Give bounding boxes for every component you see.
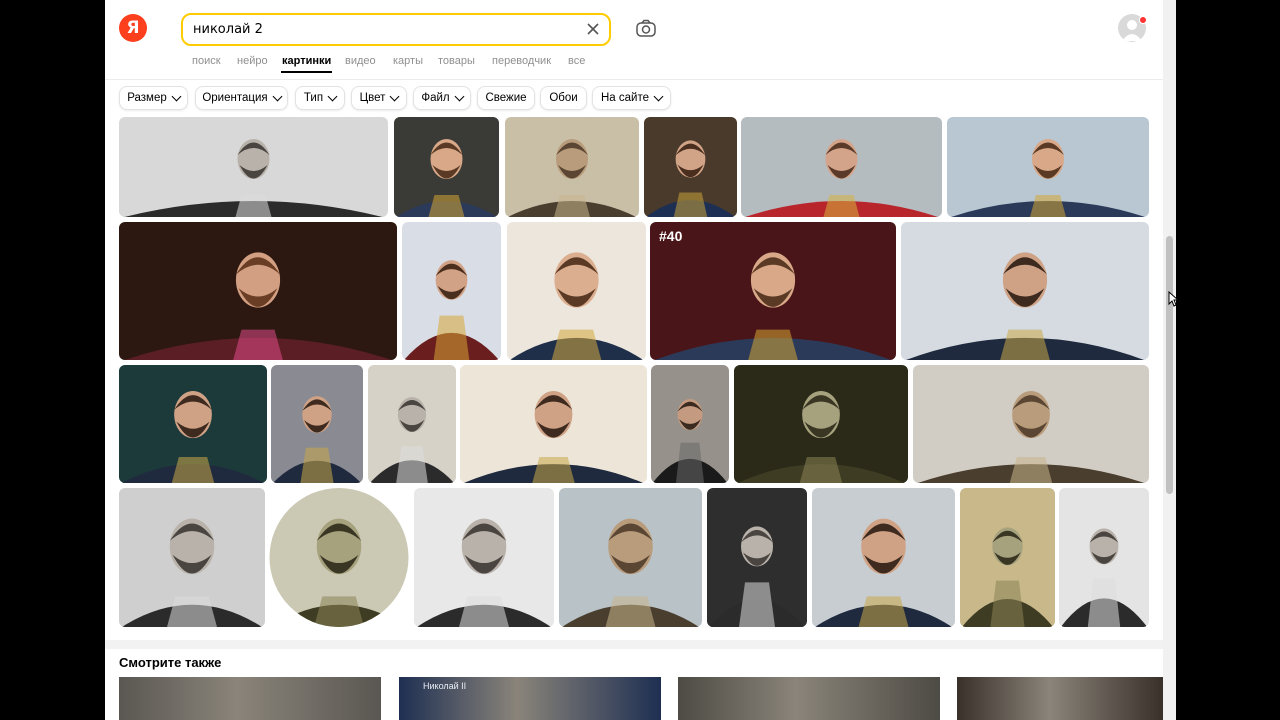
thumbnail-image xyxy=(707,488,807,627)
image-result[interactable] xyxy=(644,117,737,217)
see-also-title: Смотрите также xyxy=(119,655,222,670)
thumbnail-image xyxy=(913,365,1149,483)
image-result[interactable] xyxy=(960,488,1055,627)
image-result[interactable] xyxy=(901,222,1149,360)
image-result[interactable] xyxy=(812,488,955,627)
image-result[interactable] xyxy=(402,222,501,360)
mouse-cursor-icon xyxy=(1168,291,1178,307)
scrollbar-thumb[interactable] xyxy=(1166,236,1173,494)
image-result[interactable] xyxy=(269,488,409,627)
image-result[interactable] xyxy=(651,365,729,483)
thumbnail-image xyxy=(271,365,363,483)
thumbnail-image xyxy=(119,222,397,360)
image-result[interactable] xyxy=(707,488,807,627)
image-result[interactable] xyxy=(505,117,639,217)
thumbnail-image xyxy=(368,365,456,483)
thumbnail-image xyxy=(734,365,908,483)
thumbnail-image xyxy=(394,117,499,217)
image-result[interactable] xyxy=(559,488,702,627)
thumbnail-image xyxy=(559,488,702,627)
thumbnail-image xyxy=(901,222,1149,360)
image-result[interactable] xyxy=(368,365,456,483)
thumbnail-image xyxy=(507,222,646,360)
thumbnail-image xyxy=(119,365,267,483)
rank-badge: #40 xyxy=(659,228,683,244)
image-result[interactable] xyxy=(414,488,554,627)
results-page: Я поиск нейро картинки видео карты товар… xyxy=(105,0,1163,720)
thumbnail-image xyxy=(119,488,265,627)
image-result[interactable] xyxy=(119,222,397,360)
thumbnail-image xyxy=(644,117,737,217)
thumbnail-image xyxy=(460,365,647,483)
thumbnail-image xyxy=(947,117,1149,217)
related-search-card[interactable] xyxy=(678,677,940,720)
thumbnail-image xyxy=(812,488,955,627)
thumbnail-image xyxy=(269,488,409,627)
image-result[interactable] xyxy=(913,365,1149,483)
image-result[interactable] xyxy=(741,117,942,217)
image-result[interactable] xyxy=(119,365,267,483)
thumbnail-image xyxy=(1059,488,1149,627)
thumbnail-image xyxy=(650,222,896,360)
image-result[interactable] xyxy=(271,365,363,483)
thumbnail-image xyxy=(741,117,942,217)
related-search-caption: Николай II xyxy=(423,681,467,691)
image-result[interactable] xyxy=(734,365,908,483)
image-result[interactable] xyxy=(1059,488,1149,627)
image-result[interactable] xyxy=(460,365,647,483)
image-result[interactable]: #40 xyxy=(650,222,896,360)
image-result[interactable] xyxy=(394,117,499,217)
thumbnail-image xyxy=(505,117,639,217)
section-divider xyxy=(105,640,1163,649)
image-result[interactable] xyxy=(507,222,646,360)
image-result[interactable] xyxy=(119,488,265,627)
thumbnail-image xyxy=(960,488,1055,627)
related-search-card[interactable]: Николай II xyxy=(399,677,661,720)
thumbnail-image xyxy=(651,365,729,483)
related-search-card[interactable] xyxy=(119,677,381,720)
thumbnail-image xyxy=(402,222,501,360)
scrollbar[interactable] xyxy=(1163,0,1176,720)
thumbnail-image xyxy=(414,488,554,627)
image-result[interactable] xyxy=(119,117,388,217)
related-search-card[interactable] xyxy=(957,677,1163,720)
thumbnail-image xyxy=(119,117,388,217)
image-grid: #40 xyxy=(105,0,1163,650)
image-result[interactable] xyxy=(947,117,1149,217)
